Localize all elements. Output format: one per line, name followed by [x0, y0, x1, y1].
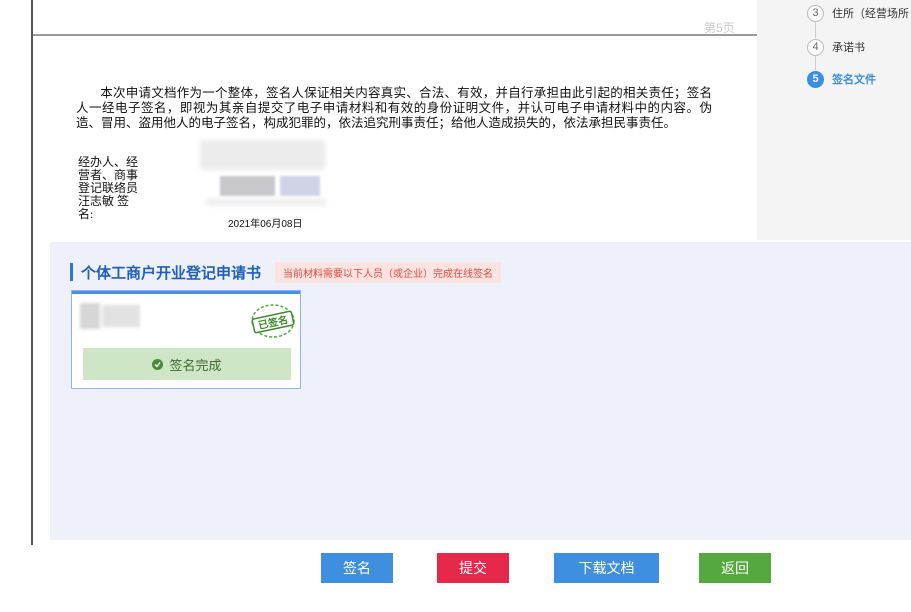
- page-separator: [33, 34, 757, 36]
- declaration-text: 本次申请文档作为一个整体，签名人保证相关内容真实、合法、有效，并自行承担由此引起…: [76, 86, 712, 130]
- check-circle-icon: [152, 358, 164, 370]
- signer-card[interactable]: 已签名 签名完成: [71, 290, 301, 389]
- step-label: 住所（经营场所: [832, 8, 909, 20]
- step-number: 3: [807, 4, 824, 22]
- sign-status-bar: 签名完成: [83, 348, 291, 380]
- sign-panel-title: 个体工商户开业登记申请书: [81, 263, 262, 282]
- step-item-residence[interactable]: 3 住所（经营场所: [807, 3, 909, 23]
- page-number: 第5页: [704, 21, 735, 35]
- steps-panel: [757, 0, 911, 240]
- step-number: 5: [807, 70, 824, 88]
- signer-name: [80, 303, 142, 329]
- step-item-sign-documents[interactable]: 5 签名文件: [807, 69, 876, 89]
- title-accent-bar: [70, 263, 73, 281]
- step-label: 签名文件: [832, 74, 876, 86]
- card-top-accent: [72, 291, 300, 294]
- signed-stamp-icon: 已签名: [249, 301, 297, 341]
- step-number: 4: [807, 38, 824, 56]
- back-button[interactable]: 返回: [699, 553, 771, 583]
- sign-button[interactable]: 签名: [321, 553, 393, 583]
- step-item-commitment[interactable]: 4 承诺书: [807, 37, 865, 57]
- document-left-border: [31, 0, 33, 545]
- step-connector: [815, 56, 816, 70]
- sign-notice: 当前材料需要以下人员（或企业）完成在线签名: [275, 261, 502, 283]
- declaration-paragraph: 本次申请文档作为一个整体，签名人保证相关内容真实、合法、有效，并自行承担由此引起…: [76, 86, 712, 131]
- submit-button[interactable]: 提交: [437, 553, 509, 583]
- download-document-button[interactable]: 下载文档: [554, 553, 659, 583]
- step-label: 承诺书: [832, 42, 865, 54]
- signer-label: 经办人、经营者、商事登记联络员汪志敏 签名:: [78, 155, 139, 221]
- signature-image: [200, 140, 340, 208]
- step-connector: [815, 22, 816, 38]
- sign-status-text: 签名完成: [169, 358, 222, 374]
- sign-panel: [50, 242, 911, 540]
- sign-panel-header: 个体工商户开业登记申请书 当前材料需要以下人员（或企业）完成在线签名: [70, 261, 502, 283]
- signature-date: 2021年06月08日: [228, 219, 303, 230]
